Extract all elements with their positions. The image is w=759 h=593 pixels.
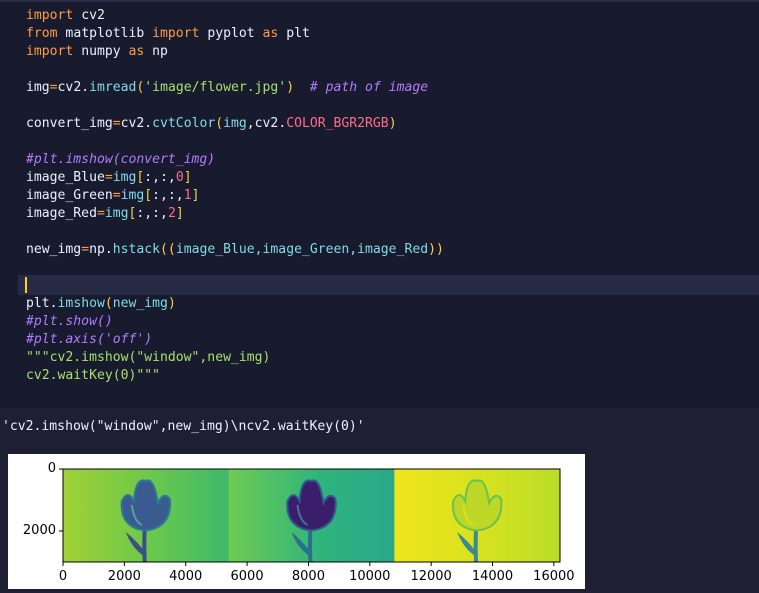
- code-token: :,:,: [144, 170, 176, 185]
- channel-panel-1: [63, 469, 230, 563]
- x-tick-label: 6000: [230, 569, 264, 584]
- code-token: =: [112, 188, 121, 203]
- code-line-7[interactable]: convert_img=cv2.cvtColor(img,cv2.COLOR_B…: [26, 115, 397, 133]
- code-token: ,cv2.: [246, 116, 287, 131]
- code-token: image_Blue,image_Green,image_Red: [175, 242, 429, 257]
- x-tick-label: 10000: [349, 569, 391, 584]
- x-tick-label: 8000: [291, 569, 325, 584]
- code-token: """cv2.imshow("window",new_img): [26, 350, 271, 365]
- plot-output: 0 2000 4000 6000 8000 10000 12000 14000 16000 0 20…: [8, 454, 585, 589]
- code-token: np: [144, 44, 168, 59]
- channel-panel-2: [228, 469, 395, 563]
- code-token: ]: [191, 188, 200, 203]
- code-line-12[interactable]: image_Red=img[:,:,2]: [26, 205, 184, 223]
- code-token: ((: [160, 242, 176, 257]
- code-token: convert_img: [26, 116, 113, 131]
- code-token: cvtColor: [152, 116, 216, 131]
- code-token: as: [262, 26, 279, 41]
- code-token: (: [215, 116, 224, 131]
- code-token: COLOR_BGR2RGB: [286, 116, 389, 131]
- code-line-18[interactable]: #plt.show(): [26, 313, 113, 331]
- code-token: from: [26, 26, 58, 41]
- code-token: =: [104, 170, 113, 185]
- code-token: =: [81, 242, 90, 257]
- code-token: import: [26, 44, 74, 59]
- code-line-2[interactable]: from matplotlib import pyplot as plt: [26, 25, 310, 43]
- code-token: ): [167, 296, 176, 311]
- code-token: import: [26, 8, 74, 23]
- code-token: ): [286, 80, 295, 95]
- code-line-10[interactable]: image_Blue=img[:,:,0]: [26, 169, 192, 187]
- code-token: :,:,: [136, 206, 168, 221]
- code-line-5[interactable]: img=cv2.imread('image/flower.jpg') # pat…: [26, 79, 428, 97]
- code-token: cv2: [73, 8, 105, 23]
- code-token: as: [128, 44, 145, 59]
- code-token: ]: [183, 170, 192, 185]
- code-token: img: [104, 206, 129, 221]
- code-line-9[interactable]: #plt.imshow(convert_img): [26, 151, 215, 169]
- y-tick-label: 2000: [22, 523, 56, 538]
- code-token: image_Red: [26, 206, 97, 221]
- code-line-14[interactable]: new_img=np.hstack((image_Blue,image_Gree…: [26, 241, 444, 259]
- code-token: pyplot: [199, 26, 263, 41]
- code-token: import: [152, 26, 200, 41]
- code-token: # path of image: [309, 80, 429, 95]
- code-token: ): [388, 116, 397, 131]
- code-token: cv2.waitKey(0)""": [26, 368, 161, 383]
- code-token: )): [428, 242, 444, 257]
- current-line-highlight: [18, 275, 759, 295]
- code-token: :,:,: [152, 188, 184, 203]
- code-token: img: [120, 188, 145, 203]
- code-token: new_img: [112, 296, 168, 311]
- text-cursor: [25, 277, 27, 293]
- code-line-21[interactable]: cv2.waitKey(0)""": [26, 367, 160, 385]
- code-line-3[interactable]: import numpy as np: [26, 43, 168, 61]
- code-cell[interactable]: import cv2 from matplotlib import pyplot …: [0, 0, 759, 408]
- x-tick-label: 2000: [107, 569, 141, 584]
- output-text: 'cv2.imshow("window",new_img)\ncv2.waitK…: [2, 419, 365, 434]
- code-token: image_Blue: [26, 170, 105, 185]
- code-token: plt.: [26, 296, 58, 311]
- channel-panel-3: [394, 469, 561, 563]
- code-token: (: [104, 296, 113, 311]
- y-tick-label: 0: [47, 461, 56, 476]
- x-tick-label: 12000: [410, 569, 452, 584]
- code-token: np.: [89, 242, 113, 257]
- x-tick-label: 14000: [471, 569, 514, 584]
- x-tick-label: 16000: [533, 569, 575, 584]
- code-token: #plt.show(): [26, 314, 113, 329]
- code-token: matplotlib: [57, 26, 153, 41]
- code-line-19[interactable]: #plt.axis('off'): [26, 331, 152, 349]
- code-token: new_img: [26, 242, 82, 257]
- code-token: #plt.imshow(convert_img): [26, 152, 216, 167]
- code-token: hstack: [112, 242, 161, 257]
- code-token: numpy: [73, 44, 129, 59]
- code-line-17[interactable]: plt.imshow(new_img): [26, 295, 176, 313]
- code-token: =: [96, 206, 105, 221]
- x-tick-label: 4000: [169, 569, 203, 584]
- code-token: 'image/flower.jpg': [144, 80, 287, 95]
- code-token: #plt.axis('off'): [26, 332, 153, 347]
- code-line-1[interactable]: import cv2: [26, 7, 105, 25]
- code-token: =: [49, 80, 58, 95]
- code-token: [: [144, 188, 153, 203]
- code-token: 1: [183, 188, 192, 203]
- code-token: cv2.: [57, 80, 90, 95]
- code-token: imread: [89, 80, 137, 95]
- code-token: ]: [175, 206, 184, 221]
- code-token: img: [112, 170, 137, 185]
- code-token: plt: [278, 26, 310, 41]
- code-token: =: [112, 116, 121, 131]
- code-line-20[interactable]: """cv2.imshow("window",new_img): [26, 349, 270, 367]
- code-token: 0: [175, 170, 184, 185]
- code-token: img: [223, 116, 247, 131]
- code-token: cv2.: [120, 116, 153, 131]
- x-tick-label: 0: [58, 569, 68, 584]
- code-token: img: [26, 80, 50, 95]
- code-token: image_Green: [26, 188, 113, 203]
- code-token: 2: [167, 206, 176, 221]
- code-token: imshow: [57, 296, 105, 311]
- code-line-11[interactable]: image_Green=img[:,:,1]: [26, 187, 199, 205]
